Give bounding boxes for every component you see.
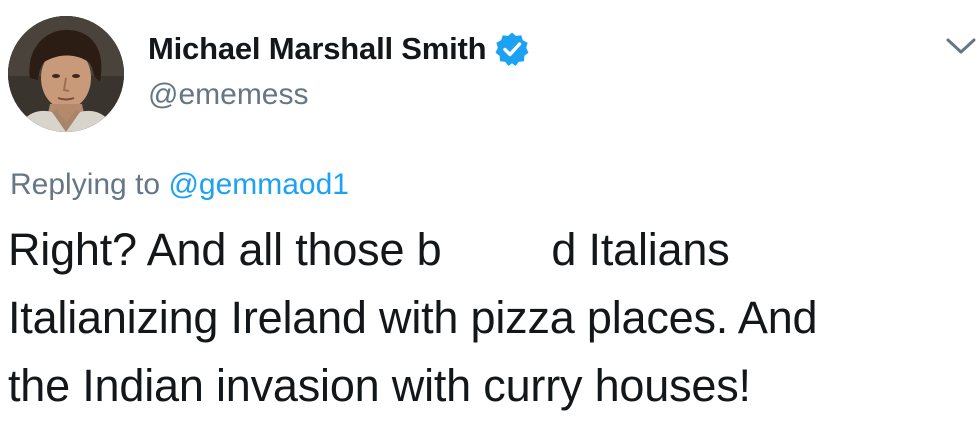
tweet-text: Right? And all those b d Italians Italian…	[8, 216, 980, 420]
name-row: Michael Marshall Smith	[148, 28, 530, 70]
tweet-line-2: Italianizing Ireland with pizza places. …	[8, 292, 818, 343]
tweet-header: Michael Marshall Smith @ememess	[148, 28, 530, 112]
user-handle[interactable]: @ememess	[148, 78, 530, 112]
replying-to: Replying to @gemmaod1	[10, 168, 349, 202]
display-name[interactable]: Michael Marshall Smith	[148, 31, 487, 67]
verified-badge-icon	[494, 31, 530, 67]
chevron-down-icon[interactable]	[944, 34, 978, 58]
reply-mention-link[interactable]: @gemmaod1	[168, 168, 349, 201]
replying-prefix: Replying to	[10, 168, 161, 201]
tweet-line-1-start: Right? And all those b	[8, 224, 442, 275]
tweet-line-3: the Indian invasion with curry houses!	[8, 360, 751, 411]
tweet-line-1-end: d Italians	[551, 224, 730, 275]
tweet-line-1: Right? And all those b d Italians	[8, 216, 980, 284]
profile-photo-icon	[8, 16, 124, 132]
avatar[interactable]	[8, 16, 124, 132]
tweet: Michael Marshall Smith @ememess Replying…	[0, 0, 980, 438]
